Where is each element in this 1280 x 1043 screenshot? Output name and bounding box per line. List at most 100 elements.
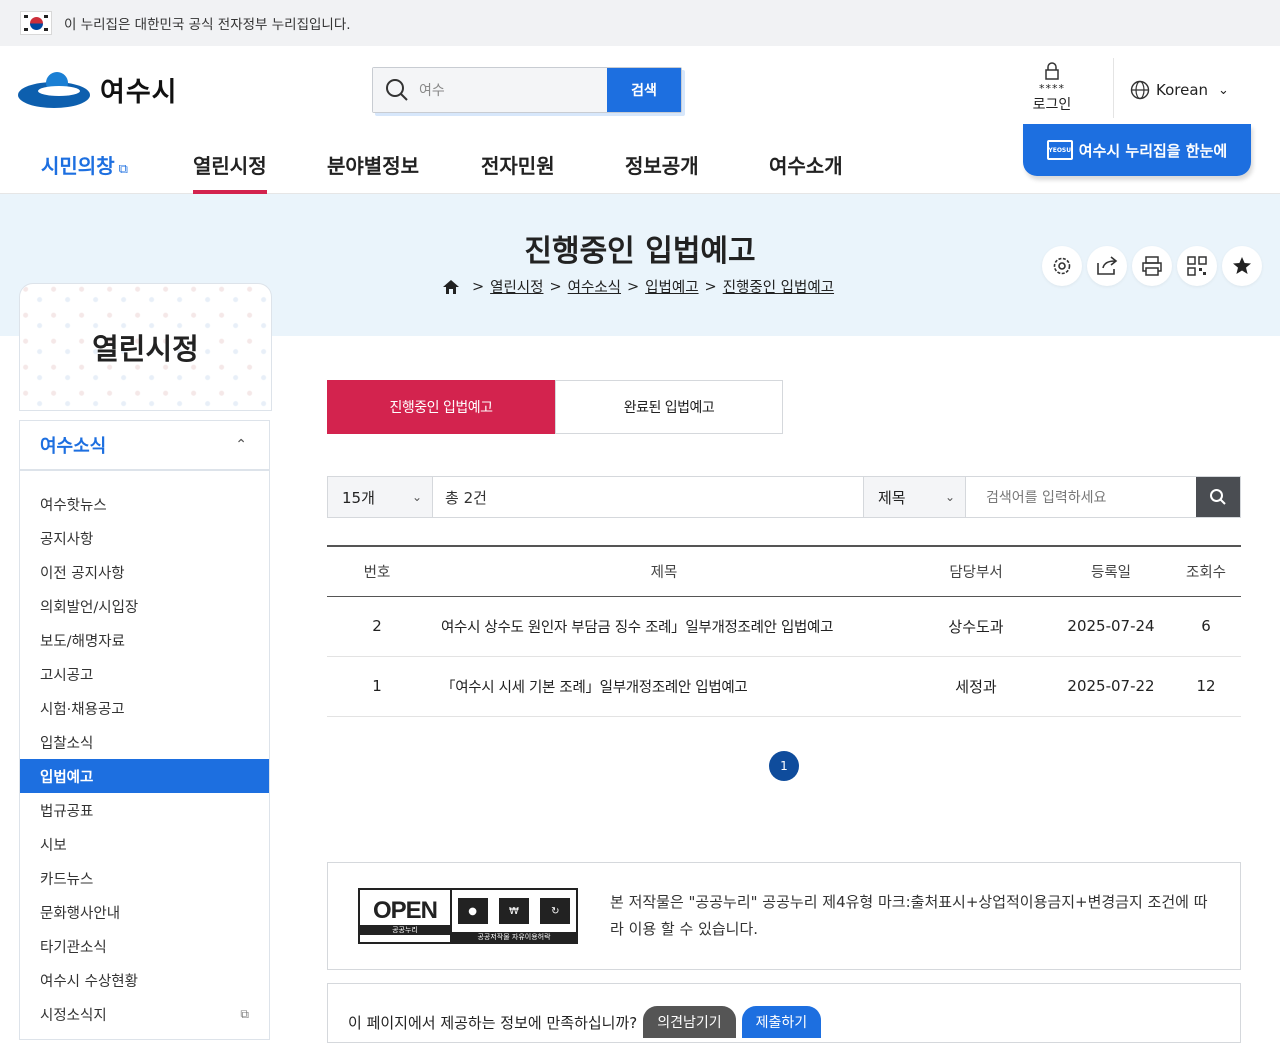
- breadcrumb-link[interactable]: 열린시정: [490, 276, 543, 297]
- login-stars: ****: [1039, 82, 1065, 95]
- table-row: 2 여수시 상수도 원인자 부담금 징수 조례」일부개정조례안 입법예고 상수도…: [327, 596, 1241, 657]
- external-link-icon: ⧉: [118, 162, 128, 177]
- nav-item-field-info[interactable]: 분야별정보: [327, 150, 419, 194]
- korea-flag-icon: [20, 11, 52, 35]
- sidebar-item[interactable]: 시정소식지 ⧉: [20, 997, 269, 1031]
- external-link-icon: ⧉: [240, 1006, 249, 1021]
- submit-survey-button[interactable]: 제출하기: [741, 1006, 822, 1038]
- page-size-select[interactable]: 15개 ⌄: [328, 477, 433, 517]
- language-select[interactable]: Korean ⌄: [1130, 80, 1229, 100]
- site-logo[interactable]: 여수시: [18, 68, 178, 110]
- sidebar-item[interactable]: 의회발언/시입장: [20, 589, 269, 623]
- gov-banner: 이 누리집은 대한민국 공식 전자정부 누리집입니다.: [0, 0, 1280, 46]
- nav-item-e-civil[interactable]: 전자민원: [481, 150, 555, 194]
- sidebar-item[interactable]: 공지사항: [20, 521, 269, 555]
- tab-completed[interactable]: 완료된 입법예고: [555, 380, 783, 434]
- globe-icon: [1130, 80, 1150, 100]
- noncommercial-icon: ₩: [498, 898, 529, 924]
- search-field-select[interactable]: 제목 ⌄: [864, 477, 966, 517]
- table-row: 1 「여수시 시세 기본 조례」일부개정조례안 입법예고 세정과 2025-07…: [327, 656, 1241, 717]
- search-icon: [1210, 489, 1226, 505]
- total-count: 총 2건: [433, 477, 864, 517]
- sidebar-item[interactable]: 고시공고: [20, 657, 269, 691]
- row-dept: 상수도과: [901, 596, 1051, 657]
- site-overview-button[interactable]: YEOSU 여수시 누리집을 한눈에: [1023, 124, 1251, 176]
- row-views: 6: [1171, 596, 1241, 657]
- nav-item-about-yeosu[interactable]: 여수소개: [769, 150, 843, 194]
- board-table: 번호 제목 담당부서 등록일 조회수 2 여수시 상수도 원인자 부담금 징수 …: [327, 545, 1241, 717]
- search-button[interactable]: 검색: [607, 68, 681, 112]
- yeosu-logo-icon: [18, 68, 90, 110]
- sidebar-item[interactable]: 입찰소식: [20, 725, 269, 759]
- sidebar-title: 열린시정: [19, 283, 272, 411]
- table-header-row: 번호 제목 담당부서 등록일 조회수: [327, 545, 1241, 597]
- chevron-down-icon: ⌄: [944, 490, 955, 504]
- sidebar-item[interactable]: 여수핫뉴스: [20, 487, 269, 521]
- sidebar-item[interactable]: 카드뉴스: [20, 861, 269, 895]
- no-derivatives-icon: ↻: [540, 898, 571, 924]
- row-views: 12: [1171, 656, 1241, 717]
- breadcrumb-link[interactable]: 여수소식: [568, 276, 621, 297]
- board-filter: 15개 ⌄ 총 2건 제목 ⌄ 검색어를 입력하세요: [327, 476, 1241, 518]
- chevron-up-icon: ⌃: [235, 437, 247, 453]
- login-label: 로그인: [1032, 97, 1072, 113]
- tab-ongoing[interactable]: 진행중인 입법예고: [327, 380, 555, 434]
- qr-icon[interactable]: [1177, 246, 1217, 286]
- sidebar-menu: 여수소식 ⌃ 여수핫뉴스 공지사항 이전 공지사항 의회발언/시입장 보도/해명…: [19, 420, 270, 1040]
- sidebar-item[interactable]: 시험·채용공고: [20, 691, 269, 725]
- breadcrumb-link[interactable]: 진행중인 입법예고: [723, 276, 834, 297]
- nav-item-citizen[interactable]: 시민의창 ⧉: [41, 150, 128, 194]
- logo-text: 여수시: [100, 76, 178, 108]
- search-icon: [386, 79, 408, 101]
- col-title: 제목: [427, 545, 901, 597]
- col-dept: 담당부서: [901, 545, 1051, 597]
- keyword-input[interactable]: 검색어를 입력하세요: [966, 477, 1196, 517]
- content-tabs: 진행중인 입법예고 완료된 입법예고: [327, 380, 783, 434]
- home-icon[interactable]: [442, 279, 460, 295]
- license-box: OPEN 공공누리 ● ₩ ↻ 공공저작물 자유이용허락 본 저작물은 "공공누…: [327, 862, 1241, 970]
- gov-banner-text: 이 누리집은 대한민국 공식 전자정부 누리집입니다.: [64, 17, 351, 33]
- row-no: 1: [327, 656, 427, 717]
- print-icon[interactable]: [1132, 246, 1172, 286]
- sidebar-item[interactable]: 여수시 수상현황: [20, 963, 269, 997]
- star-icon[interactable]: [1222, 246, 1262, 286]
- sidebar-item[interactable]: 시보: [20, 827, 269, 861]
- row-date: 2025-07-22: [1051, 656, 1171, 717]
- kogl-type4-icon: OPEN 공공누리 ● ₩ ↻ 공공저작물 자유이용허락: [358, 888, 578, 944]
- gear-icon[interactable]: [1042, 246, 1082, 286]
- col-views: 조회수: [1171, 545, 1241, 597]
- sidebar-item[interactable]: 이전 공지사항: [20, 555, 269, 589]
- header-divider: [1113, 58, 1114, 118]
- col-date: 등록일: [1051, 545, 1171, 597]
- attribution-icon: ●: [457, 898, 488, 924]
- leave-opinion-button[interactable]: 의견남기기: [643, 1006, 736, 1038]
- chevron-down-icon: ⌄: [1218, 82, 1229, 98]
- pagination-current-page[interactable]: 1: [769, 751, 799, 781]
- sidebar-item[interactable]: 타기관소식: [20, 929, 269, 963]
- nav-item-info-disclosure[interactable]: 정보공개: [625, 150, 699, 194]
- sidebar-group-toggle[interactable]: 여수소식 ⌃: [20, 421, 269, 471]
- keyword-search-button[interactable]: [1196, 477, 1240, 517]
- main-nav: 시민의창 ⧉ 열린시정 분야별정보 전자민원 정보공개 여수소개 YEOSU 여수…: [0, 124, 1280, 194]
- satisfaction-survey: 이 페이지에서 제공하는 정보에 만족하십니까? 의견남기기 제출하기: [327, 983, 1241, 1043]
- sidebar-item[interactable]: 보도/해명자료: [20, 623, 269, 657]
- lock-icon: [1045, 62, 1059, 80]
- row-dept: 세정과: [901, 656, 1051, 717]
- language-label: Korean: [1156, 81, 1209, 99]
- login-button[interactable]: **** 로그인: [1022, 62, 1082, 114]
- breadcrumb-link[interactable]: 입법예고: [645, 276, 698, 297]
- sidebar-item[interactable]: 문화행사안내: [20, 895, 269, 929]
- search-input[interactable]: [419, 82, 589, 98]
- sidebar-item[interactable]: 법규공표: [20, 793, 269, 827]
- row-no: 2: [327, 596, 427, 657]
- site-search: 검색: [372, 67, 682, 113]
- nav-item-open-admin[interactable]: 열린시정: [193, 150, 267, 194]
- share-icon[interactable]: [1087, 246, 1127, 286]
- sidebar-item-active[interactable]: 입법예고: [20, 759, 269, 793]
- row-date: 2025-07-24: [1051, 596, 1171, 657]
- row-title-link[interactable]: 「여수시 시세 기본 조례」일부개정조례안 입법예고: [427, 656, 901, 717]
- license-text: 본 저작물은 "공공누리" 공공누리 제4유형 마크:출처표시+상업적이용금지+…: [610, 893, 1208, 938]
- row-title-link[interactable]: 여수시 상수도 원인자 부담금 징수 조례」일부개정조례안 입법예고: [427, 596, 901, 657]
- survey-question: 이 페이지에서 제공하는 정보에 만족하십니까?: [348, 1014, 638, 1032]
- monitor-icon: YEOSU: [1046, 140, 1073, 160]
